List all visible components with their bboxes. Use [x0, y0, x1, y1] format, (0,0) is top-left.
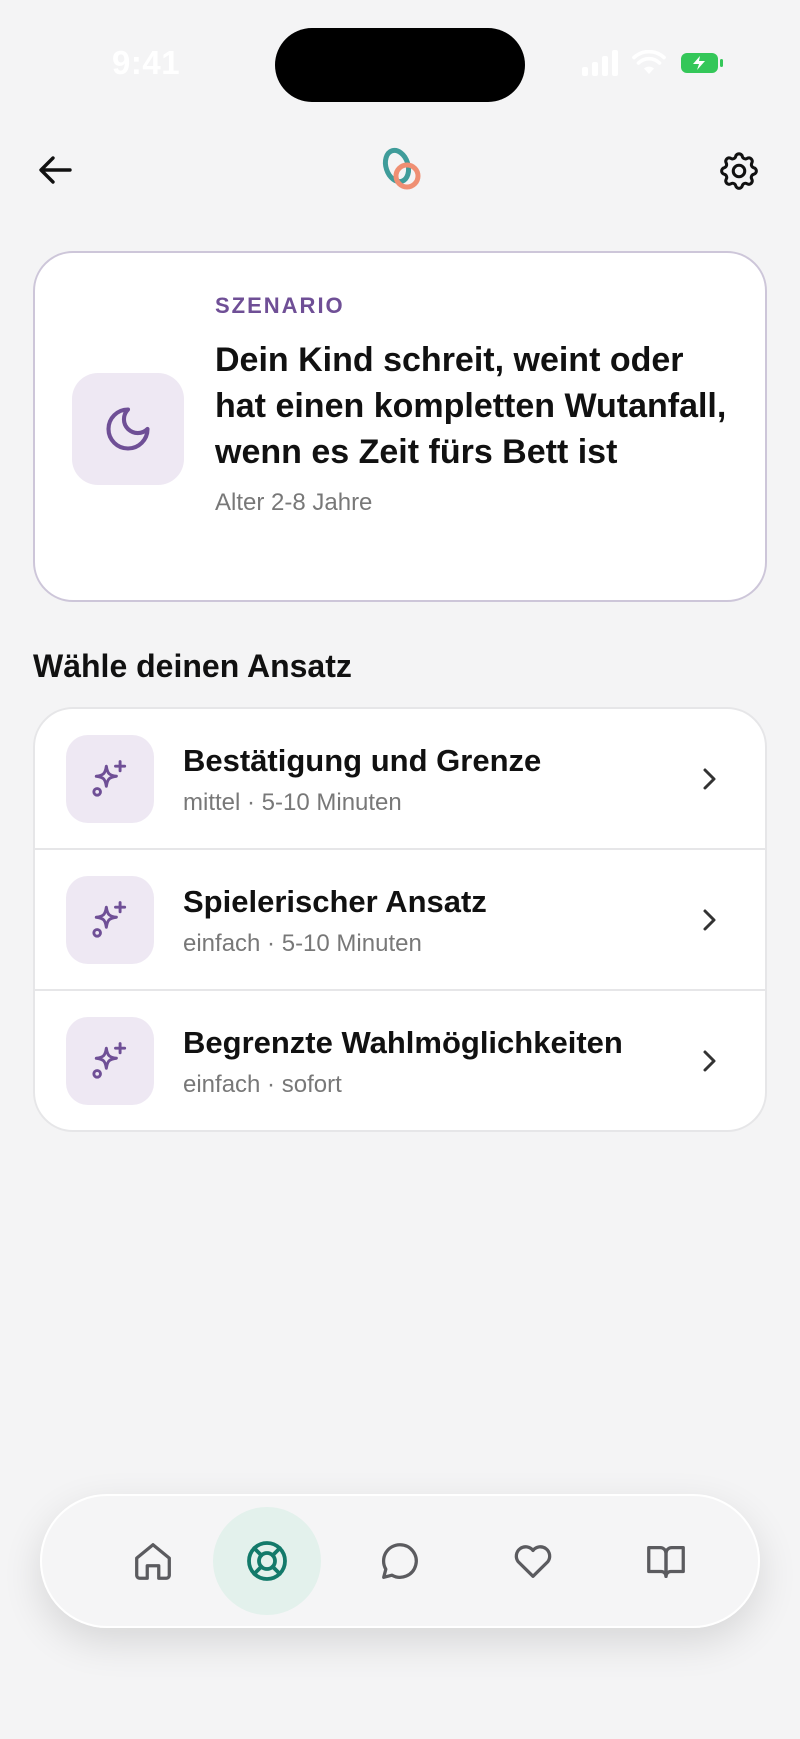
approach-meta: einfach · sofort: [183, 1071, 342, 1098]
approach-icon-badge: [66, 876, 154, 964]
settings-button[interactable]: [716, 148, 762, 194]
header: [0, 140, 800, 200]
nav-library[interactable]: [612, 1507, 720, 1615]
nav-help[interactable]: [213, 1507, 321, 1615]
scenario-kicker: SZENARIO: [215, 293, 345, 318]
section-title: Wähle deinen Ansatz: [33, 648, 352, 684]
battery-icon: [681, 53, 723, 73]
sparkles-icon: [92, 901, 127, 938]
chevron-right-icon: [703, 768, 716, 790]
approach-icon-badge: [66, 1017, 154, 1105]
chevron-right-icon: [703, 909, 716, 931]
approach-item[interactable]: Begrenzte Wahlmöglichkeiten einfach · so…: [35, 991, 765, 1130]
chat-bubble-icon: [381, 1543, 418, 1579]
bottom-nav: [40, 1494, 760, 1628]
chevron-right-icon: [703, 1050, 716, 1072]
cellular-signal-icon: [582, 50, 618, 76]
approach-list: Bestätigung und Grenze mittel · 5-10 Min…: [33, 707, 767, 1132]
approach-item[interactable]: Bestätigung und Grenze mittel · 5-10 Min…: [35, 709, 765, 850]
approach-title: Begrenzte Wahlmöglichkeiten: [183, 1025, 623, 1060]
wifi-icon: [632, 50, 666, 74]
back-button[interactable]: [36, 150, 76, 190]
approach-icon-badge: [66, 735, 154, 823]
nav-home[interactable]: [99, 1507, 207, 1615]
dynamic-island: [275, 28, 525, 102]
scenario-card: SZENARIO Dein Kind schreit, weint oder h…: [33, 251, 767, 602]
status-time: 9:41: [112, 44, 181, 81]
status-icons: [582, 50, 724, 76]
approach-title: Bestätigung und Grenze: [183, 743, 542, 778]
status-bar: 9:41: [0, 0, 800, 120]
scenario-text: SZENARIO Dein Kind schreit, weint oder h…: [215, 293, 735, 517]
app-logo-icon: [378, 146, 426, 194]
book-icon: [647, 1545, 685, 1578]
lifebuoy-icon: [247, 1541, 287, 1581]
heart-icon: [514, 1545, 552, 1578]
gear-icon: [720, 152, 758, 190]
home-icon: [135, 1543, 171, 1580]
approach-meta: mittel · 5-10 Minuten: [183, 789, 402, 816]
approach-title: Spielerischer Ansatz: [183, 884, 487, 919]
approach-meta: einfach · 5-10 Minuten: [183, 930, 422, 957]
scenario-icon-badge: [72, 373, 184, 485]
sparkles-icon: [92, 1042, 127, 1079]
nav-chat[interactable]: [346, 1507, 454, 1615]
nav-favorites[interactable]: [479, 1507, 587, 1615]
arrow-left-icon: [39, 156, 72, 184]
moon-icon: [106, 407, 150, 451]
sparkles-icon: [92, 760, 127, 797]
scenario-title: Dein Kind schreit, weint oder hat einen …: [215, 341, 727, 471]
scenario-age: Alter 2-8 Jahre: [215, 489, 373, 516]
approach-item[interactable]: Spielerischer Ansatz einfach · 5-10 Minu…: [35, 850, 765, 991]
